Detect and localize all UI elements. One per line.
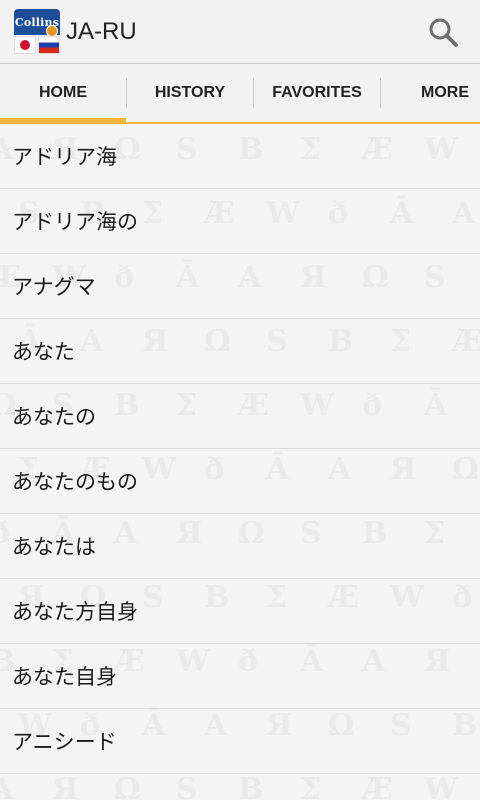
list-item-text: あなた方自身 (12, 600, 138, 624)
watermark-glyph: Я (52, 772, 78, 800)
tab-history[interactable]: HISTORY (127, 64, 253, 122)
list-item-text: アニシード (12, 730, 117, 754)
tab-favorites[interactable]: FAVORITES (254, 64, 380, 122)
list-item-text: あなたの (12, 405, 96, 429)
action-bar: Collins JA-RU (0, 0, 480, 64)
russia-flag-icon (38, 36, 60, 54)
search-button[interactable] (420, 10, 466, 54)
list-item[interactable]: あなたのもの (0, 449, 480, 514)
tab-more[interactable]: MORE (381, 64, 480, 122)
list-item-text: あなたのもの (12, 470, 138, 494)
list-item[interactable]: あなたは (0, 514, 480, 579)
list-item[interactable]: アニシード (0, 709, 480, 774)
watermark-glyph: B (238, 772, 263, 800)
japan-flag-icon (14, 36, 36, 54)
active-tab-indicator (0, 118, 126, 123)
list-item[interactable]: アドリア海 (0, 124, 480, 189)
tab-history-label: HISTORY (154, 84, 226, 101)
list-item-text: アナグマ (12, 275, 96, 299)
tab-more-label: MORE (421, 84, 469, 101)
tab-bar: HOME HISTORY FAVORITES MORE (0, 64, 480, 124)
watermark-glyph: Æ (362, 772, 393, 800)
watermark-glyph: S (176, 772, 198, 800)
list-item[interactable]: あなた自身 (0, 644, 480, 709)
tab-home[interactable]: HOME (0, 64, 126, 122)
tab-favorites-label: FAVORITES (272, 84, 362, 101)
list-item-text: あなたは (12, 535, 96, 559)
word-list[interactable]: AЯΩSBΣÆWSBΣÆWðĀAÆWðĀAЯΩSĀAЯΩSBΣÆΩSBΣÆWðĀ… (0, 124, 480, 800)
list-item-text: アドリア海 (12, 145, 117, 169)
list-item[interactable]: あなた方自身 (0, 579, 480, 644)
app-title: JA-RU (66, 18, 137, 45)
list-item[interactable]: あなた (0, 319, 480, 384)
watermark-glyph: A (0, 772, 13, 800)
watermark-glyph: Σ (300, 772, 321, 800)
list-item-text: あなた自身 (12, 665, 117, 689)
watermark-glyph: Ω (114, 772, 141, 800)
tab-home-label: HOME (39, 84, 87, 101)
list-item[interactable]: あなたの (0, 384, 480, 449)
list-item[interactable]: アナグマ (0, 254, 480, 319)
list-item-text: あなた (12, 340, 75, 364)
list-item-text: アドリア海の (12, 210, 138, 234)
app-logo: Collins (14, 9, 60, 55)
magnifier-icon (429, 18, 458, 47)
list-item[interactable]: アドリア海の (0, 189, 480, 254)
watermark-glyph: W (424, 772, 458, 800)
